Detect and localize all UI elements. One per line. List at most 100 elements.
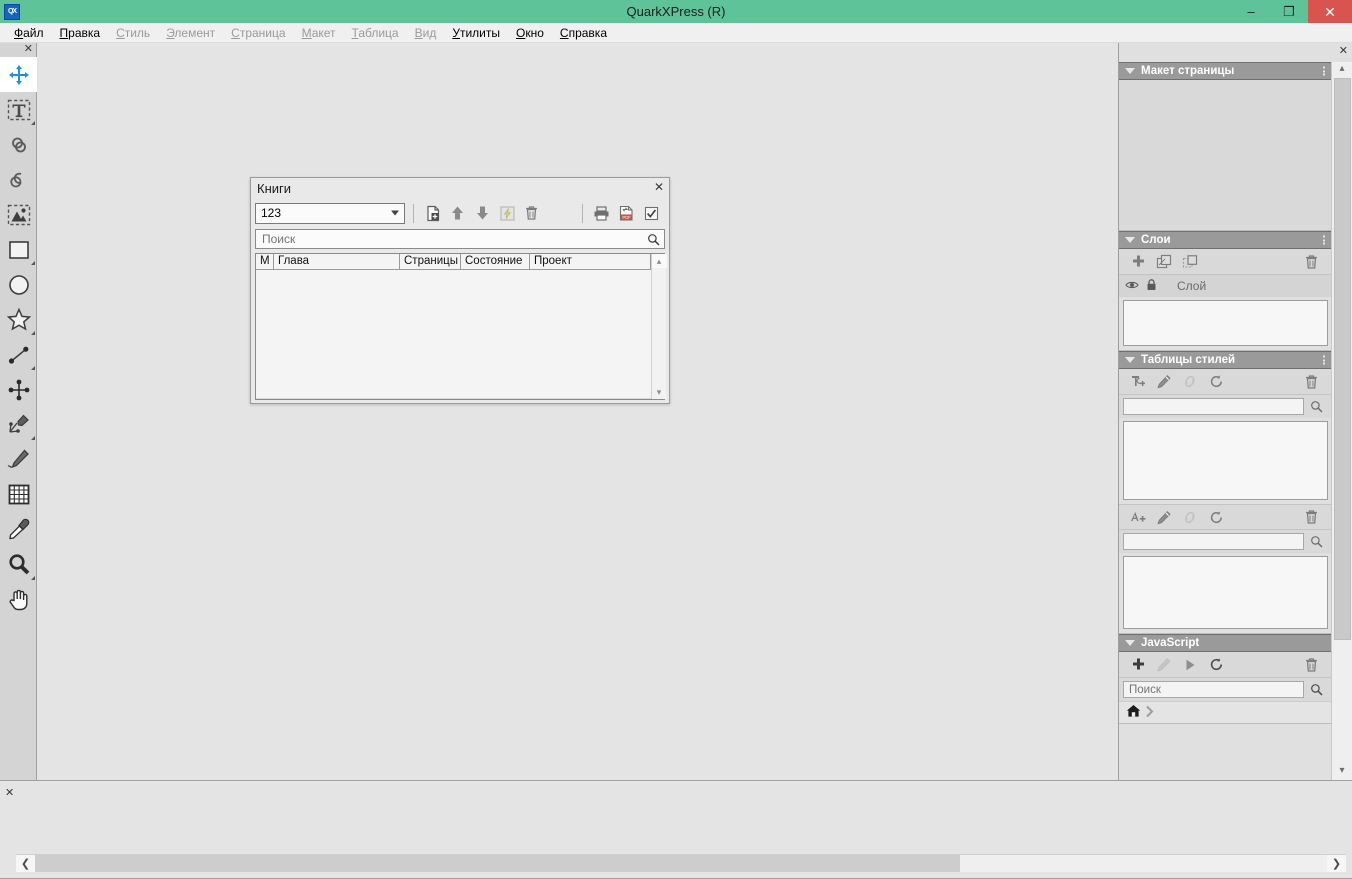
starburst-tool[interactable] [0,302,37,337]
column-header[interactable]: Глава [274,254,400,270]
menu-item-5[interactable]: Макет [294,26,344,40]
bezier-pen-tool[interactable] [0,407,37,442]
dock-scrollbar-thumb[interactable] [1333,78,1351,640]
books-chapter-list[interactable]: М Глава Страницы Состояние Проект ▴ ▾ [255,253,667,400]
paragraph-styles-search-field[interactable] [1123,398,1304,415]
search-icon[interactable] [1304,683,1328,696]
bottom-panel-close-icon[interactable]: ✕ [5,786,14,799]
add-chapter-button[interactable] [422,202,444,224]
new-script-button[interactable] [1125,654,1151,676]
scroll-right-icon[interactable]: ❯ [1327,854,1346,872]
triangle-down-icon[interactable] [1125,357,1135,363]
column-header[interactable]: М [256,254,274,270]
panel-style-sheets-header[interactable]: Таблицы стилей [1119,351,1332,369]
minimize-button[interactable]: – [1232,0,1270,23]
update-character-style-button[interactable] [1203,506,1229,528]
triangle-down-icon[interactable] [1125,640,1135,646]
tool-flyout-indicator[interactable] [31,366,35,370]
chevron-right-icon[interactable] [1145,705,1154,721]
move-chapter-down-button[interactable] [472,202,494,224]
delete-script-button[interactable] [1298,654,1324,676]
column-header[interactable]: Состояние [461,254,530,270]
character-styles-search-input[interactable] [1124,535,1303,548]
search-icon[interactable] [642,233,664,246]
menu-item-1[interactable]: Правка [52,26,109,40]
update-paragraph-style-button[interactable] [1203,371,1229,393]
menu-item-0[interactable]: Файл [6,26,52,40]
text-content-tool[interactable] [0,92,37,127]
delete-layer-button[interactable] [1298,251,1324,273]
dock-scrollbar[interactable]: ▴ ▾ [1331,62,1352,780]
maximize-button[interactable]: ❐ [1270,0,1308,23]
item-move-tool[interactable] [0,57,37,92]
panel-layers-header[interactable]: Слои [1119,231,1332,249]
edit-paragraph-style-button[interactable] [1151,371,1177,393]
rectangle-box-tool[interactable] [0,232,37,267]
lock-icon[interactable] [1146,278,1157,294]
home-icon[interactable] [1126,704,1141,721]
new-character-style-button[interactable] [1125,506,1151,528]
column-header[interactable]: Проект [530,254,651,270]
new-paragraph-style-button[interactable] [1125,371,1151,393]
books-search-field[interactable] [255,229,665,249]
scroll-up-icon[interactable]: ▴ [657,254,662,268]
menu-item-3[interactable]: Элемент [158,26,223,40]
eyedropper-tool[interactable] [0,512,37,547]
chapter-list-body[interactable] [256,270,651,399]
delete-character-style-button[interactable] [1298,506,1324,528]
horizontal-scroll-thumb[interactable] [35,854,960,872]
close-button[interactable]: ✕ [1308,0,1352,23]
zoom-tool[interactable] [0,547,37,582]
delete-paragraph-style-button[interactable] [1298,371,1324,393]
link-text-boxes-tool[interactable] [0,127,37,162]
merge-layers-button[interactable] [1177,251,1203,273]
panel-page-layout-header[interactable]: Макет страницы [1119,62,1332,80]
document-canvas[interactable]: Книги ✕ 123 PDF Поиск М Глава Страницы С… [37,43,1118,781]
dock-scroll-down-icon[interactable]: ▾ [1339,764,1344,780]
line-tool[interactable] [0,337,37,372]
books-search-input[interactable] [256,232,642,246]
horizontal-scroll-track[interactable] [35,854,1327,872]
job-jackets-button[interactable] [640,202,662,224]
move-chapter-up-button[interactable] [447,202,469,224]
chapter-list-scrollbar[interactable]: ▴ ▾ [651,254,667,399]
pan-tool[interactable] [0,582,37,617]
character-styles-list[interactable] [1123,556,1328,629]
scroll-down-icon[interactable]: ▾ [657,385,662,399]
paragraph-styles-list[interactable] [1123,421,1328,500]
print-book-button[interactable] [591,202,613,224]
horizontal-scrollbar[interactable]: ❮ ❯ [16,854,1346,872]
kebab-menu-icon[interactable] [1323,66,1325,76]
export-pdf-button[interactable]: PDF [616,202,638,224]
duplicate-layers-button[interactable] [1151,251,1177,273]
picture-content-tool[interactable] [0,197,37,232]
search-icon[interactable] [1304,535,1328,548]
tool-palette-close-icon[interactable]: ✕ [24,43,33,55]
tool-flyout-indicator[interactable] [31,331,35,335]
menu-item-2[interactable]: Стиль [108,26,158,40]
search-icon[interactable] [1304,400,1328,413]
layers-list[interactable] [1123,300,1328,346]
remove-chapter-button[interactable] [521,202,543,224]
triangle-down-icon[interactable] [1125,68,1135,74]
tool-flyout-indicator[interactable] [31,121,35,125]
book-selector-dropdown[interactable]: 123 [255,202,406,224]
menu-item-8[interactable]: Утилиты [444,26,508,40]
dock-scroll-up-icon[interactable]: ▴ [1339,62,1344,78]
javascript-search-field[interactable] [1123,681,1304,698]
new-layer-button[interactable] [1125,251,1151,273]
kebab-menu-icon[interactable] [1323,355,1325,365]
oval-box-tool[interactable] [0,267,37,302]
menu-item-7[interactable]: Вид [407,26,445,40]
books-dialog-close-icon[interactable]: ✕ [654,180,664,194]
menu-item-10[interactable]: Справка [552,26,615,40]
tool-flyout-indicator[interactable] [31,576,35,580]
triangle-down-icon[interactable] [1125,237,1135,243]
character-styles-search-field[interactable] [1123,533,1304,550]
paragraph-styles-search-input[interactable] [1124,400,1303,413]
kebab-menu-icon[interactable] [1323,235,1325,245]
tool-flyout-indicator[interactable] [31,261,35,265]
menu-item-6[interactable]: Таблица [344,26,407,40]
reload-scripts-button[interactable] [1203,654,1229,676]
composition-zones-tool[interactable] [0,372,37,407]
